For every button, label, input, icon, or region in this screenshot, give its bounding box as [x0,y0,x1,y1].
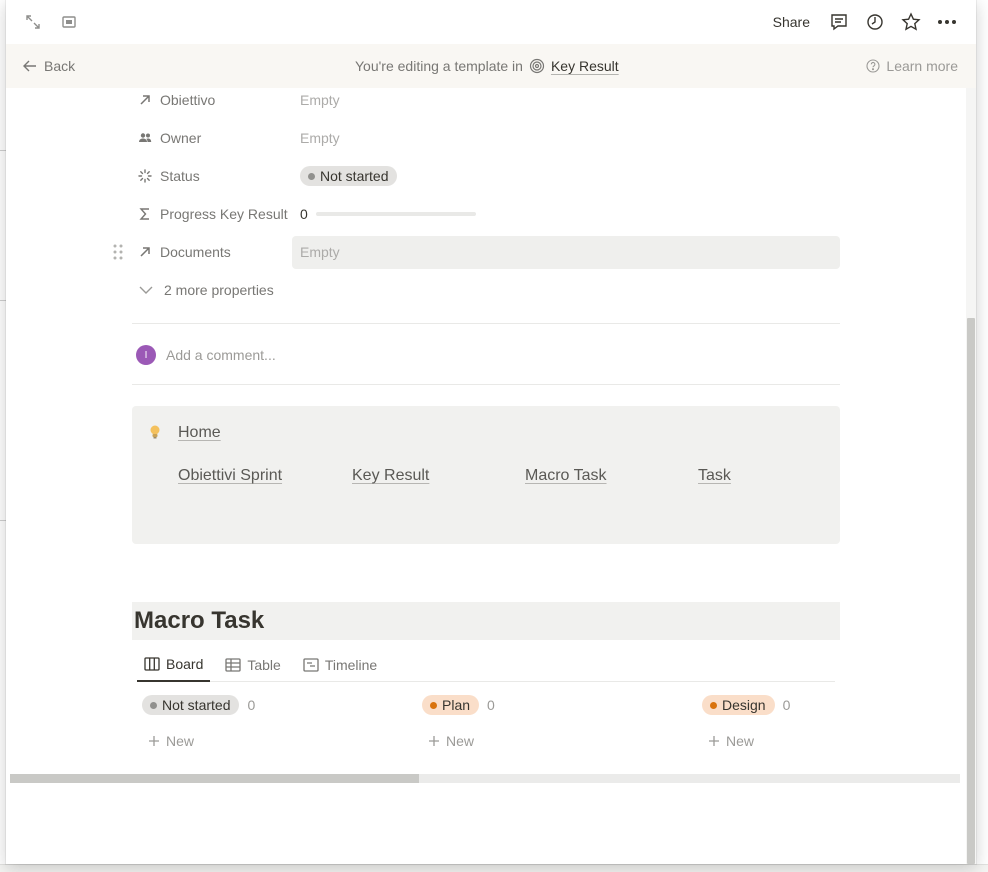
avatar: I [136,345,156,365]
comment-row[interactable]: I Add a comment... [132,345,276,365]
status-dot [710,701,717,709]
more-icon[interactable] [936,11,958,33]
history-icon[interactable] [864,11,886,33]
status-pill: Plan [422,695,480,715]
tab-label: Table [247,657,281,673]
property-value[interactable]: Empty [300,92,340,108]
status-label: Not started [320,168,389,184]
help-icon [866,59,880,73]
learn-more-label: Learn more [886,58,958,74]
documents-value-field[interactable]: Empty [292,235,840,269]
macro-task-link[interactable]: Macro Task [525,467,607,485]
view-tabs: Board Table Timeline [137,648,835,682]
divider [132,323,840,324]
new-label: New [726,733,755,749]
property-row-progress[interactable]: Progress Key Result 0 [132,197,840,231]
back-label: Back [44,58,76,74]
new-card-button[interactable]: New [708,733,754,749]
tab-board[interactable]: Board [137,648,211,682]
status-dot [150,701,157,709]
property-value: Empty [300,244,340,260]
background-bottom-strip [0,864,988,872]
status-dot [308,172,315,180]
property-name: Obiettivo [160,92,216,108]
column-count: 0 [487,697,495,713]
timeline-icon [303,658,319,672]
more-properties-toggle[interactable]: 2 more properties [132,273,840,307]
property-row-obiettivo[interactable]: Obiettivo Empty [132,88,840,117]
tab-table[interactable]: Table [218,648,287,682]
property-name: Status [160,168,200,184]
banner-message: You're editing a template in Key Result [355,58,619,74]
star-icon[interactable] [900,11,922,33]
property-name: Owner [160,130,202,146]
target-icon [529,58,545,74]
tab-label: Timeline [324,657,378,673]
progress-value: 0 [300,206,308,222]
new-card-button[interactable]: New [428,733,474,749]
tab-timeline[interactable]: Timeline [296,648,384,682]
drag-handle-icon[interactable] [112,243,124,261]
lightbulb-icon [148,424,162,443]
side-peek-icon[interactable] [58,11,80,33]
horizontal-scrollbar-thumb[interactable] [10,774,419,783]
status-pill[interactable]: Not started [300,166,398,186]
back-button[interactable]: Back [22,58,75,74]
database-title[interactable]: Macro Task [132,602,840,640]
plus-icon [149,736,159,746]
column-label: Design [722,697,766,713]
property-name: Progress Key Result [160,206,288,222]
home-link[interactable]: Home [178,424,221,442]
property-value[interactable]: Empty [300,130,340,146]
status-pill: Not started [142,695,240,715]
vertical-scrollbar-thumb[interactable] [967,318,975,864]
relation-arrow-icon [140,247,150,257]
column-label: Plan [442,697,471,713]
column-count: 0 [247,697,256,713]
board-column-header[interactable]: Plan 0 [422,695,495,715]
comment-input[interactable]: Add a comment... [166,347,276,363]
database-link[interactable]: Key Result [551,58,619,74]
share-button[interactable]: Share [773,14,810,30]
banner-text: You're editing a template in [355,58,523,74]
tab-label: Board [166,656,204,672]
callout-block: Home Obiettivi Sprint Key Result Macro T… [132,406,840,544]
people-icon [139,133,152,142]
template-banner: Back You're editing a template in Key Re… [6,44,976,88]
progress-bar [315,212,476,216]
plus-icon [709,736,719,746]
modal-topbar: Share [6,0,976,44]
board-column-header[interactable]: Design 0 [702,695,790,715]
property-row-documents[interactable]: Documents Empty [132,235,840,269]
new-label: New [166,733,195,749]
learn-more-link[interactable]: Learn more [866,58,958,74]
column-count: 0 [782,697,791,713]
arrow-left-icon [23,60,36,72]
property-row-status[interactable]: Status Not started [132,159,840,193]
status-icon [138,169,152,183]
status-pill: Design [702,695,775,715]
plus-icon [429,736,439,746]
key-result-link[interactable]: Key Result [352,467,429,485]
relation-arrow-icon [140,95,150,105]
chevron-down-icon [139,286,153,294]
obiettivi-sprint-link[interactable]: Obiettivi Sprint [178,467,282,485]
board-icon [144,657,160,671]
table-icon [225,658,242,672]
column-label: Not started [162,697,231,713]
status-dot [430,701,437,709]
task-link[interactable]: Task [698,467,731,485]
more-properties-label: 2 more properties [164,282,274,298]
property-name: Documents [160,244,231,260]
template-editor-modal: Share Back You're editing a template in … [6,0,976,864]
new-label: New [446,733,475,749]
expand-icon[interactable] [22,11,44,33]
new-card-button[interactable]: New [148,733,194,749]
sigma-icon [139,208,149,220]
property-row-owner[interactable]: Owner Empty [132,121,840,155]
board-column-header[interactable]: Not started 0 [142,695,255,715]
comment-icon[interactable] [828,11,850,33]
divider [132,384,840,385]
page-content: Obiettivo Empty Owner Empty Status Not s… [6,88,976,864]
